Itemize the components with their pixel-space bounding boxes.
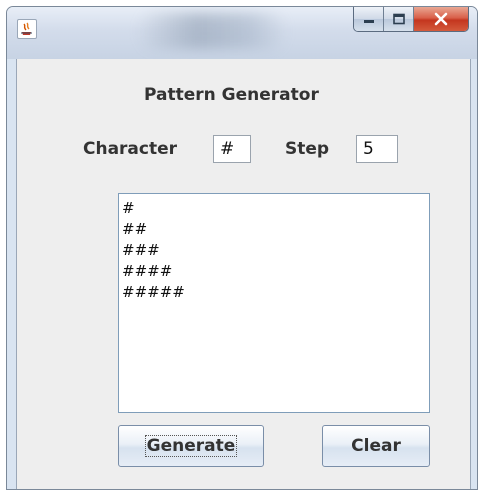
- window-controls: [353, 7, 469, 32]
- clear-button[interactable]: Clear: [322, 425, 430, 467]
- generate-button-label: Generate: [144, 435, 238, 457]
- output-line: #####: [122, 283, 185, 301]
- pattern-output-area[interactable]: # ## ### #### #####: [118, 193, 430, 413]
- output-line: ####: [122, 262, 173, 280]
- output-line: ###: [122, 241, 160, 259]
- form-title: Pattern Generator: [144, 85, 319, 105]
- close-icon[interactable]: [414, 7, 468, 31]
- generate-button[interactable]: Generate: [118, 425, 264, 467]
- maximize-icon[interactable]: [384, 7, 414, 31]
- clear-button-label: Clear: [351, 436, 401, 456]
- output-line: #: [122, 199, 135, 217]
- java-coffee-cup-icon[interactable]: [17, 19, 37, 39]
- content-pane: Pattern Generator Character # Step 5 # #…: [16, 59, 471, 489]
- minimize-icon[interactable]: [354, 7, 384, 31]
- step-label: Step: [285, 139, 330, 159]
- step-input[interactable]: 5: [356, 135, 398, 163]
- character-label: Character: [83, 139, 178, 159]
- title-bar[interactable]: [7, 7, 477, 59]
- character-input[interactable]: #: [213, 135, 251, 163]
- app-window: Pattern Generator Character # Step 5 # #…: [6, 6, 478, 490]
- output-line: ##: [122, 220, 148, 238]
